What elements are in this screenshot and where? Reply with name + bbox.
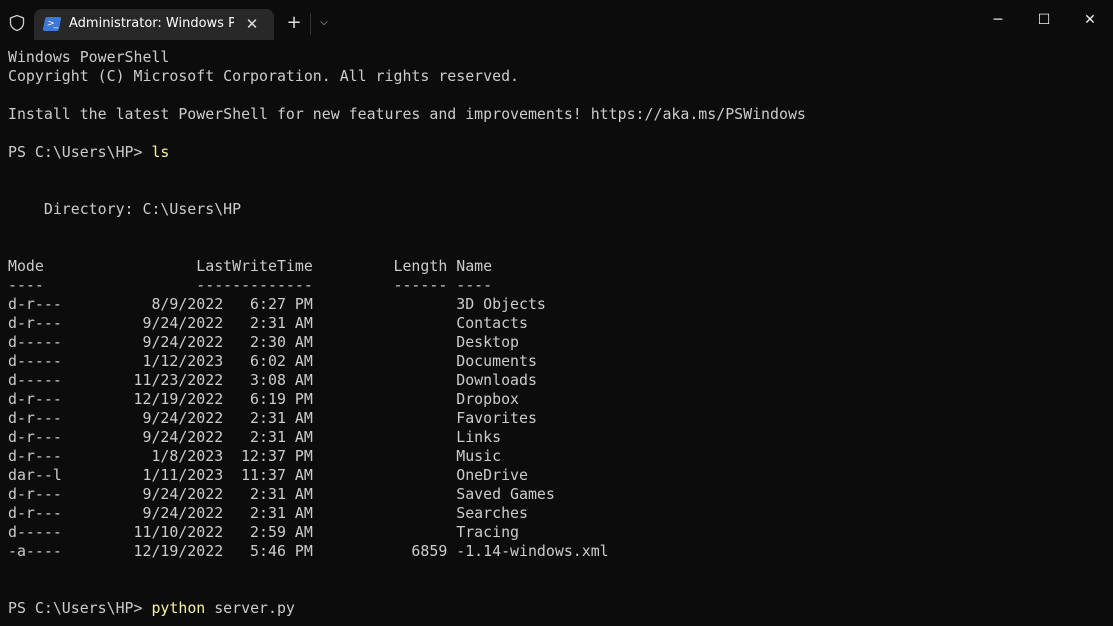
close-tab-button[interactable]: ✕	[240, 12, 264, 36]
output-line: d-r--- 9/24/2022 2:31 AM Contacts	[8, 314, 528, 332]
minimize-button[interactable]: ─	[975, 0, 1021, 40]
output-line: d-r--- 9/24/2022 2:31 AM Favorites	[8, 409, 537, 427]
title-bar: >_ Administrator: Windows PowerShell ✕ +…	[0, 0, 1113, 40]
output-line: d----- 9/24/2022 2:30 AM Desktop	[8, 333, 520, 351]
tab-title: Administrator: Windows PowerShell	[69, 16, 234, 31]
command: ls	[151, 143, 170, 161]
output-line: d-r--- 8/9/2022 6:27 PM 3D Objects	[8, 295, 546, 313]
output-line: d-r--- 9/24/2022 2:31 AM Saved Games	[8, 485, 555, 503]
output-line: d-r--- 1/8/2023 12:37 PM Music	[8, 447, 502, 465]
output-line: d----- 11/10/2022 2:59 AM Tracing	[8, 523, 520, 541]
output-line: Copyright (C) Microsoft Corporation. All…	[8, 67, 520, 85]
output-line: d-r--- 12/19/2022 6:19 PM Dropbox	[8, 390, 520, 408]
shield-icon	[9, 14, 25, 32]
divider	[310, 13, 311, 35]
output-line: d----- 1/12/2023 6:02 AM Documents	[8, 352, 537, 370]
prompt-line: PS C:\Users\HP> python server.py	[8, 599, 806, 618]
tab-powershell[interactable]: >_ Administrator: Windows PowerShell ✕	[34, 9, 274, 40]
maximize-button[interactable]: ☐	[1021, 0, 1067, 40]
terminal-output[interactable]: Windows PowerShell Copyright (C) Microsof…	[8, 48, 806, 618]
prompt: PS C:\Users\HP>	[8, 143, 152, 161]
output-line: Directory: C:\Users\HP	[8, 200, 242, 218]
command: python	[151, 599, 206, 617]
chevron-down-icon[interactable]: ⌵	[315, 11, 333, 35]
output-line: d-r--- 9/24/2022 2:31 AM Searches	[8, 504, 528, 522]
prompt-line: PS C:\Users\HP> ls	[8, 143, 806, 162]
output-line: -a---- 12/19/2022 5:46 PM 6859 -1.14-win…	[8, 542, 609, 560]
powershell-icon: >_	[42, 17, 62, 31]
output-line: d----- 11/23/2022 3:08 AM Downloads	[8, 371, 537, 389]
output-line: d-r--- 9/24/2022 2:31 AM Links	[8, 428, 502, 446]
new-tab-button[interactable]: +	[283, 11, 305, 35]
prompt: PS C:\Users\HP>	[8, 599, 152, 617]
command-args: server.py	[205, 599, 295, 617]
close-window-button[interactable]: ✕	[1067, 0, 1113, 40]
output-line: Windows PowerShell	[8, 48, 170, 66]
output-line: Mode LastWriteTime Length Name	[8, 257, 493, 275]
output-line: ---- ------------- ------ ----	[8, 276, 493, 294]
output-line: Install the latest PowerShell for new fe…	[8, 105, 806, 123]
output-line: dar--l 1/11/2023 11:37 AM OneDrive	[8, 466, 528, 484]
